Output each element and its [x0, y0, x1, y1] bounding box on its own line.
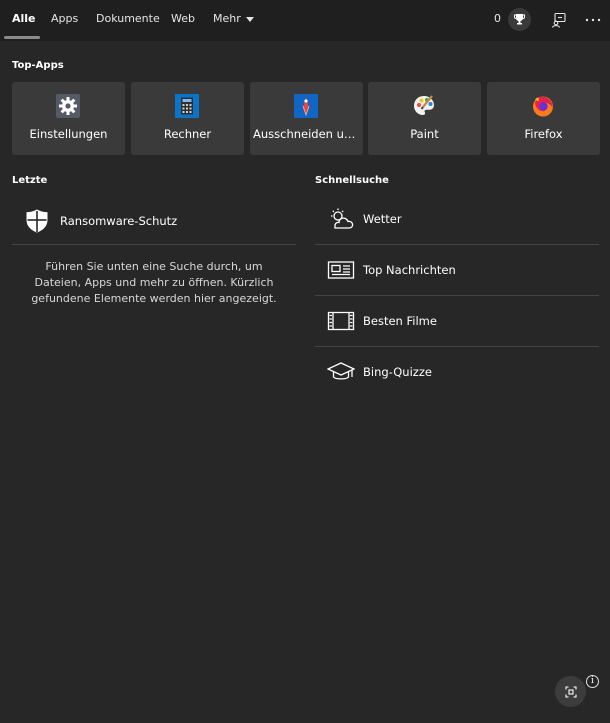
tab-apps[interactable]: Apps	[51, 12, 78, 25]
chevron-down-icon	[245, 16, 254, 22]
recent-item-label: Ransomware-Schutz	[60, 214, 178, 228]
search-tab-bar: Alle Apps Dokumente Web Mehr 0	[0, 0, 610, 41]
app-tile-paint[interactable]: Paint	[368, 82, 481, 155]
app-tile-rechner[interactable]: Rechner	[131, 82, 244, 155]
quick-search-bing-quizze[interactable]: Bing-Quizze	[315, 347, 599, 398]
film-icon	[327, 311, 355, 331]
tab-web[interactable]: Web	[171, 12, 195, 25]
quick-search-besten-filme[interactable]: Besten Filme	[315, 296, 599, 347]
quick-search-label: Top Nachrichten	[363, 263, 456, 277]
recent-item-ransomware[interactable]: Ransomware-Schutz	[12, 200, 296, 245]
quick-search-label: Bing-Quizze	[363, 365, 432, 379]
app-tile-label: Einstellungen	[29, 127, 108, 141]
news-icon	[327, 261, 355, 279]
snipping-tool-icon	[294, 94, 318, 118]
graduation-cap-icon	[327, 362, 355, 380]
app-tile-label: Rechner	[163, 127, 212, 141]
gear-icon	[56, 94, 80, 118]
tab-dokumente[interactable]: Dokumente	[96, 12, 160, 25]
app-tile-einstellungen[interactable]: Einstellungen	[12, 82, 125, 155]
paint-palette-icon	[414, 95, 434, 115]
quick-search-top-nachrichten[interactable]: Top Nachrichten	[315, 245, 599, 296]
trophy-icon[interactable]	[508, 8, 531, 31]
app-tile-ausschneiden[interactable]: Ausschneiden un...	[250, 82, 363, 155]
screenshot-search-button[interactable]	[555, 676, 586, 707]
top-apps-heading: Top-Apps	[12, 60, 64, 71]
capture-icon	[564, 685, 577, 698]
app-tile-label: Firefox	[524, 127, 563, 141]
calculator-icon	[175, 94, 199, 118]
app-tile-label: Ausschneiden un...	[253, 127, 363, 141]
tab-mehr[interactable]: Mehr	[213, 12, 254, 25]
more-options-icon[interactable]	[584, 11, 602, 29]
shield-icon	[26, 209, 48, 233]
info-icon[interactable]: i	[586, 675, 599, 688]
tab-mehr-label: Mehr	[213, 12, 241, 25]
app-tile-label: Paint	[410, 127, 439, 141]
feedback-icon[interactable]	[550, 11, 568, 29]
active-tab-indicator	[4, 36, 40, 39]
weather-icon	[331, 208, 354, 229]
quick-search-wetter[interactable]: Wetter	[315, 194, 599, 245]
recent-heading: Letzte	[12, 175, 48, 186]
quick-search-label: Besten Filme	[363, 314, 437, 328]
recent-empty-hint: Führen Sie unten eine Suche durch, um Da…	[31, 260, 277, 305]
tab-alle[interactable]: Alle	[12, 12, 36, 25]
firefox-icon	[533, 96, 553, 117]
rewards-points: 0	[494, 12, 501, 25]
quick-search-label: Wetter	[363, 212, 402, 226]
quick-search-heading: Schnellsuche	[315, 175, 389, 186]
app-tile-firefox[interactable]: Firefox	[487, 82, 600, 155]
